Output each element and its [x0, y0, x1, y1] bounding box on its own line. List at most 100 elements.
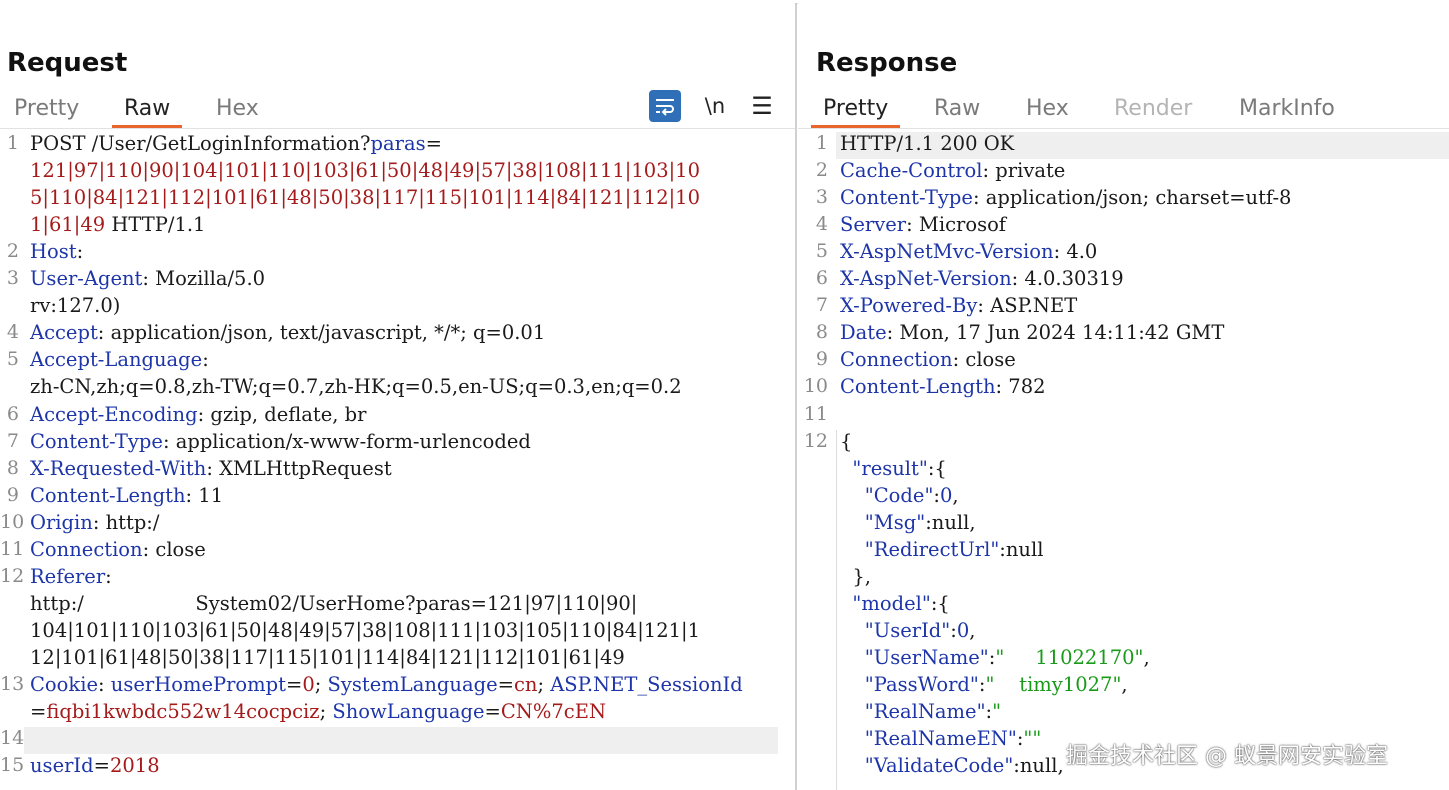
code-line: Server: Microsof — [840, 213, 1006, 236]
code-token: "UserId" — [864, 618, 951, 642]
line-number: 4 — [815, 213, 828, 236]
pane-splitter[interactable] — [795, 3, 797, 790]
code-line: "ValidateCode":null, — [840, 754, 1064, 777]
wrap-lines-icon[interactable] — [649, 90, 681, 122]
code-token: : 4.0 — [1053, 240, 1098, 264]
code-token: "PassWord" — [864, 673, 979, 696]
code-token: :null, — [925, 510, 976, 534]
code-line: userId=2018 — [30, 754, 160, 777]
menu-icon[interactable]: ☰ — [746, 90, 778, 122]
code-token: : Mozilla/5.0 — [142, 267, 266, 291]
code-token: CN%7cEN — [500, 700, 607, 724]
code-token: "RedirectUrl" — [864, 537, 1000, 561]
code-token: : private — [982, 159, 1066, 183]
code-token: X-Requested-With — [30, 456, 207, 480]
code-token: "UserName" — [864, 645, 989, 669]
code-token: "RealNameEN" — [864, 727, 1017, 751]
code-token: POST /User/GetLoginInformation? — [30, 132, 371, 155]
json-fold-guide — [836, 430, 837, 790]
newline-toggle-button[interactable]: \n — [699, 90, 731, 122]
response-pane: Response Pretty Raw Hex Render MarkInfo … — [798, 0, 1449, 790]
code-token: : Mon, 17 Jun 2024 14:11:42 GMT — [886, 321, 1225, 345]
code-token: Server — [840, 213, 907, 237]
line-number: 3 — [6, 267, 19, 290]
code-line: http:/ System02/UserHome?paras=121|97|11… — [30, 592, 637, 615]
code-token: Content-Length — [30, 483, 186, 507]
code-token: " 11022170" — [995, 645, 1144, 669]
request-tab-pretty[interactable]: Pretty — [14, 94, 79, 128]
code-line: Content-Length: 782 — [840, 375, 1046, 398]
code-token: "Msg" — [864, 510, 926, 534]
code-line: { — [840, 430, 852, 453]
code-line: Accept-Language: — [30, 348, 209, 371]
code-token: User-Agent — [30, 267, 143, 291]
code-token: Referer — [30, 564, 106, 588]
code-line: zh-CN,zh;q=0.8,zh-TW;q=0.7,zh-HK;q=0.5,e… — [30, 375, 682, 398]
response-tab-markinfo[interactable]: MarkInfo — [1239, 94, 1335, 128]
line-number: 13 — [0, 673, 25, 695]
request-tab-hex[interactable]: Hex — [216, 94, 259, 128]
code-token: "result" — [852, 456, 928, 480]
code-token: userHomePrompt — [110, 673, 286, 696]
code-token: 5|110|84|121|112|101|61|48|50|38|117|115… — [30, 186, 700, 210]
code-token: Cookie — [30, 673, 98, 696]
response-tab-render[interactable]: Render — [1114, 94, 1192, 128]
code-token: " — [992, 700, 1002, 724]
request-tab-raw[interactable]: Raw — [111, 94, 183, 128]
code-token: : close — [952, 348, 1016, 372]
code-token: rv:127.0) — [30, 294, 121, 318]
code-token: "Code" — [864, 483, 934, 507]
code-token: http:/ System02/UserHome?paras=121|97|11… — [30, 591, 638, 615]
response-tab-hex[interactable]: Hex — [1026, 94, 1069, 128]
code-token: Content-Length — [840, 375, 996, 399]
code-token: Connection — [840, 348, 953, 372]
code-token: : 4.0.30319 — [1011, 267, 1124, 291]
code-token: { — [840, 429, 853, 453]
line-number: 1 — [815, 132, 828, 154]
code-line: }, — [840, 565, 871, 588]
line-number: 7 — [815, 294, 828, 317]
code-line: rv:127.0) — [30, 294, 120, 317]
code-token: 104|101|110|103|61|50|48|49|57|38|108|11… — [30, 618, 700, 642]
code-token: " timy1027" — [985, 673, 1122, 696]
code-line: User-Agent: Mozilla/5.0 — [30, 267, 265, 290]
code-token: : — [202, 348, 209, 372]
code-line: X-AspNet-Version: 4.0.30319 — [840, 267, 1124, 290]
code-token: SystemLanguage — [327, 673, 498, 696]
code-line: 12|101|61|48|50|38|117|115|101|114|84|12… — [30, 646, 625, 669]
watermark: 掘金技术社区 @ 蚁景网安实验室 — [1066, 744, 1388, 769]
code-token: 0 — [956, 618, 970, 642]
line-number: 6 — [815, 267, 828, 290]
code-token: "model" — [852, 591, 931, 615]
line-number: 12 — [803, 429, 828, 452]
response-tab-pretty[interactable]: Pretty — [810, 94, 901, 128]
code-token: Content-Type — [840, 186, 973, 210]
code-token: = — [497, 673, 514, 696]
code-token: userId — [30, 754, 94, 778]
line-number: 3 — [815, 186, 828, 209]
code-token: Accept — [30, 321, 98, 345]
response-tab-raw[interactable]: Raw — [934, 94, 980, 128]
code-line: Content-Type: application/json; charset=… — [840, 186, 1291, 209]
current-line-highlight — [24, 727, 778, 754]
line-number: 9 — [815, 348, 828, 371]
code-token: 121|97|110|90|104|101|110|103|61|50|48|4… — [30, 159, 700, 183]
code-line: Connection: close — [30, 538, 206, 561]
line-number: 6 — [6, 402, 19, 425]
code-line: 5|110|84|121|112|101|61|48|50|38|117|115… — [30, 186, 700, 209]
code-token: Connection — [30, 537, 143, 561]
code-token: fiqbi1kwbdc552w14cocpciz — [46, 700, 320, 724]
code-token: "RealName" — [864, 700, 986, 724]
code-token: = — [93, 754, 110, 778]
code-token: :null — [999, 537, 1044, 561]
code-token: , — [1143, 645, 1150, 669]
code-line: Content-Length: 11 — [30, 484, 223, 507]
line-number: 5 — [815, 240, 828, 263]
code-token: Host — [30, 240, 77, 264]
